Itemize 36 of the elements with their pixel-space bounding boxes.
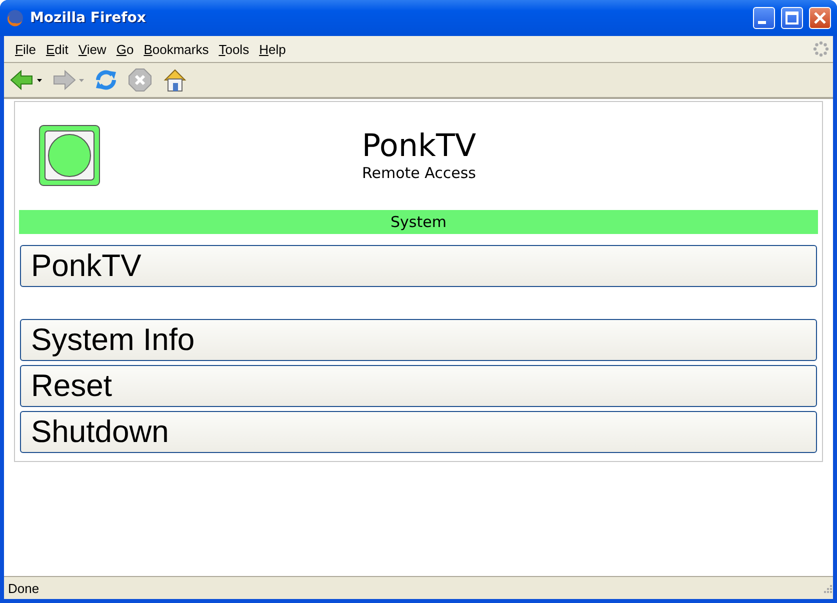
maximize-button[interactable] bbox=[781, 7, 803, 29]
page-subtitle: Remote Access bbox=[362, 164, 476, 182]
menu-button[interactable]: PonkTV bbox=[20, 245, 817, 287]
back-arrow-icon bbox=[10, 69, 34, 91]
menu-item[interactable]: File bbox=[10, 40, 41, 58]
maximize-icon bbox=[785, 11, 799, 25]
menu-item[interactable]: Help bbox=[254, 40, 291, 58]
menu-button[interactable]: Shutdown bbox=[20, 411, 817, 453]
close-button[interactable] bbox=[809, 7, 831, 29]
reload-button[interactable] bbox=[94, 68, 118, 92]
firefox-logo-icon bbox=[6, 9, 24, 27]
menu-item[interactable]: Bookmarks bbox=[138, 40, 214, 58]
section-header: System bbox=[19, 210, 818, 234]
page-title: PonkTV bbox=[362, 128, 476, 164]
reload-icon bbox=[94, 68, 118, 92]
home-button[interactable] bbox=[162, 68, 188, 92]
status-text: Done bbox=[8, 580, 40, 596]
minimize-button[interactable] bbox=[753, 7, 775, 29]
stop-icon bbox=[128, 68, 152, 92]
menu-button[interactable]: Reset bbox=[20, 365, 817, 407]
home-icon bbox=[162, 68, 188, 92]
menu-item[interactable]: Tools bbox=[214, 40, 254, 58]
caret-icon bbox=[37, 78, 42, 82]
logo-icon bbox=[39, 124, 100, 186]
forward-arrow-icon bbox=[52, 69, 76, 91]
menu-item[interactable]: Edit bbox=[40, 40, 74, 58]
back-button[interactable] bbox=[10, 69, 42, 91]
minimize-icon bbox=[758, 20, 766, 24]
menu-button[interactable]: System Info bbox=[20, 319, 817, 361]
close-icon bbox=[813, 11, 827, 25]
window-title: Mozilla Firefox bbox=[30, 10, 147, 26]
menu-item[interactable]: View bbox=[73, 40, 112, 58]
menu-item[interactable]: Go bbox=[111, 40, 139, 58]
resize-grip-icon bbox=[821, 582, 833, 594]
caret-icon bbox=[79, 78, 84, 82]
throbber-icon bbox=[813, 41, 829, 57]
